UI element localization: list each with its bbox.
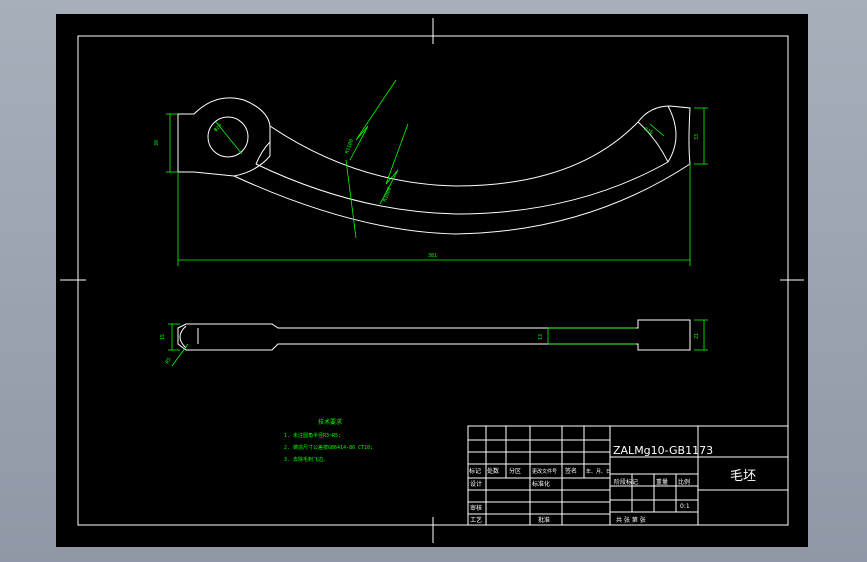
tb-weight: 重量: [656, 478, 668, 486]
centering-marks: [60, 18, 804, 543]
front-view: 38 Φ20 33 R16 381 R1100 R1000: [154, 79, 708, 266]
tb-rev-header-0: 标记: [469, 467, 481, 475]
dim-radius-lower: R1000: [382, 186, 393, 202]
tb-sheet-info: 共 张 第 张: [616, 516, 646, 524]
dim-right-height: 33: [694, 134, 700, 140]
notes-title: 技术要求: [318, 418, 342, 426]
tb-approve: 批准: [538, 516, 550, 524]
drawing-sheet: 38 Φ20 33 R16 381 R1100 R1000 15 13 21 R…: [56, 14, 808, 547]
side-left-cap: [179, 325, 187, 349]
drawing-canvas: 38 Φ20 33 R16 381 R1100 R1000 15 13 21 R…: [60, 18, 804, 543]
right-end-arc: [667, 105, 677, 163]
tb-process: 工艺: [470, 516, 482, 524]
tb-design: 设计: [470, 480, 482, 488]
tb-scale-value: 0:1: [680, 503, 690, 510]
side-profile: [177, 319, 691, 351]
technical-notes: 技术要求 1. 未注圆角半径R3~R5; 2. 铸造尺寸公差按GB6414-86…: [284, 418, 373, 463]
dim-side-left-height: 15: [160, 334, 166, 340]
tb-rev-header-1: 处数: [487, 467, 499, 475]
note-1: 1. 未注圆角半径R3~R5;: [284, 432, 341, 439]
tb-stage: 阶段标记: [614, 478, 638, 486]
tb-review: 审核: [470, 504, 482, 512]
arm-web-left: [255, 141, 271, 165]
tb-rev-header-4: 签名: [565, 467, 577, 475]
dim-overall-length: 381: [428, 253, 437, 259]
tb-standardize: 标准化: [532, 480, 550, 488]
dim-radius-upper: R1100: [344, 138, 355, 154]
arm-lower-edge: [233, 163, 691, 235]
dim-side-angle: R5: [165, 357, 173, 365]
dim-hole-dia: Φ20: [213, 123, 223, 134]
tb-material: ZALMg10-GB1173: [613, 444, 713, 457]
title-block: 标记 处数 分区 更改文件号 签名 年、月、日 设计 标准化 审核 工艺 批准 …: [467, 425, 789, 526]
tb-scale: 比例: [678, 478, 690, 486]
tb-rev-header-2: 分区: [509, 467, 521, 475]
note-2: 2. 铸造尺寸公差按GB6414-86 CT10;: [284, 444, 373, 451]
tb-part-name: 毛坯: [730, 469, 756, 484]
arm-web-right: [637, 121, 669, 163]
dim-side-right-height: 21: [694, 333, 700, 339]
dim-left-height: 38: [154, 140, 160, 146]
tb-rev-header-5: 年、月、日: [586, 468, 611, 475]
tb-rev-header-3: 更改文件号: [532, 468, 557, 475]
dim-side-thickness: 13: [538, 334, 544, 340]
side-view: 15 13 21 R5: [160, 319, 708, 367]
arm-upper-edge: [269, 121, 639, 187]
dim-right-radius: R16: [643, 127, 654, 137]
note-3: 3. 去除毛刺飞边。: [284, 456, 328, 463]
